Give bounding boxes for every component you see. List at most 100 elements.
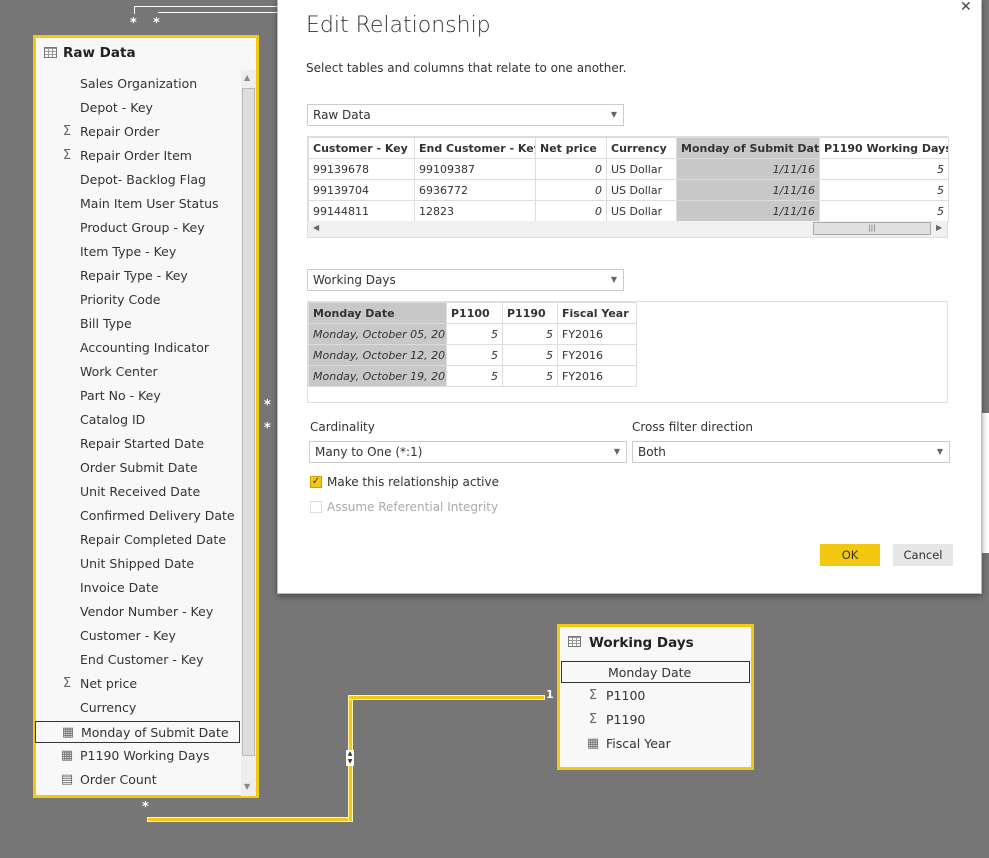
field-item[interactable]: Customer - Key (80, 625, 176, 647)
field-item[interactable]: Σ Repair Order Item (63, 145, 192, 167)
field-item[interactable]: Bill Type (80, 313, 132, 335)
table2-select[interactable]: Working Days ▼ (307, 269, 624, 291)
field-label: Item Type - Key (80, 244, 177, 259)
field-item[interactable]: Invoice Date (80, 577, 159, 599)
ok-button[interactable]: OK (820, 544, 880, 566)
field-item[interactable]: Vendor Number - Key (80, 601, 213, 623)
field-item[interactable]: Unit Received Date (80, 481, 200, 503)
table-cell: 99139678 (308, 158, 415, 180)
field-item[interactable]: Depot- Backlog Flag (80, 169, 206, 191)
sigma-icon: Σ (588, 688, 598, 703)
column-header[interactable]: Customer - Key (308, 137, 415, 159)
relationship-line (147, 817, 353, 822)
cross-filter-both-icon[interactable]: ▲ ▼ (346, 750, 354, 766)
field-item[interactable]: Priority Code (80, 289, 160, 311)
field-item[interactable]: ▦ P1190 Working Days (61, 745, 210, 767)
table-row: 99139678 99109387 0 US Dollar 1/11/16 5 (308, 158, 949, 180)
field-item[interactable]: Order Submit Date (80, 457, 198, 479)
field-item[interactable]: Currency (80, 697, 136, 719)
cardinality-select[interactable]: Many to One (*:1) ▼ (309, 441, 627, 463)
field-item[interactable]: Part No - Key (80, 385, 161, 407)
scroll-right-icon[interactable]: ▶ (936, 223, 942, 232)
table-cell: 6936772 (414, 179, 536, 201)
table1-select[interactable]: Raw Data ▼ (307, 104, 624, 126)
referential-integrity-checkbox[interactable] (310, 501, 322, 513)
field-item[interactable]: ▦ Monday of Submit Date (35, 721, 240, 743)
field-item[interactable]: Monday Date (561, 661, 750, 683)
dialog-title: Edit Relationship (306, 13, 491, 38)
field-item[interactable]: Σ P1100 (589, 685, 645, 707)
horizontal-scrollbar[interactable]: ◀ ||| ▶ (308, 221, 947, 237)
column-header[interactable]: End Customer - Key (414, 137, 536, 159)
column-header[interactable]: P1100 (446, 302, 503, 324)
header-row: Monday Date P1100 P1190 Fiscal Year (308, 302, 637, 324)
cancel-button[interactable]: Cancel (893, 544, 953, 566)
table-cell: 1/11/16 (676, 200, 820, 222)
sigma-icon: Σ (62, 148, 72, 163)
sigma-icon: Σ (62, 124, 72, 139)
field-label: Monday of Submit Date (81, 725, 229, 740)
field-item[interactable]: ▤ Order Count (61, 769, 157, 791)
table1-preview[interactable]: Customer - Key End Customer - Key Net pric… (307, 136, 949, 238)
field-label: Main Item User Status (80, 196, 219, 211)
field-item[interactable]: Repair Completed Date (80, 529, 226, 551)
column-header[interactable]: Monday Date (308, 302, 447, 324)
table-row: Monday, October 19, 2015 5 5 FY2016 (308, 365, 637, 387)
field-item[interactable]: Σ Net price (63, 673, 137, 695)
select-value: Both (638, 445, 666, 459)
field-item[interactable]: Sales Organization (80, 73, 197, 95)
scrollbar[interactable]: ▲ ▼ (241, 70, 256, 796)
field-item[interactable]: Repair Type - Key (80, 265, 188, 287)
field-item[interactable]: Catalog ID (80, 409, 145, 431)
table-cell: 5 (446, 365, 503, 387)
field-item[interactable]: Item Type - Key (80, 241, 176, 263)
active-checkbox[interactable]: ✓ (310, 476, 322, 488)
table2-preview[interactable]: Monday Date P1100 P1190 Fiscal Year Monday, … (307, 301, 948, 403)
table-cell: Monday, October 05, 2015 (308, 323, 447, 345)
table-icon (568, 636, 581, 647)
relationship-line (158, 12, 277, 13)
sigma-icon: Σ (62, 676, 72, 691)
field-item[interactable]: End Customer - Key (80, 649, 204, 671)
column-header[interactable]: Net price (535, 137, 607, 159)
column-header[interactable]: Fiscal Year (557, 302, 637, 324)
field-label: Accounting Indicator (80, 340, 210, 355)
table-cell: 0 (535, 179, 607, 201)
field-item[interactable]: Accounting Indicator (80, 337, 209, 359)
scroll-up-icon[interactable]: ▲ (244, 73, 250, 82)
field-item[interactable]: Repair Started Date (80, 433, 204, 455)
cross-filter-select[interactable]: Both ▼ (632, 441, 950, 463)
table-cell: 99139704 (308, 179, 415, 201)
column-header[interactable]: P1190 Working Days (819, 137, 949, 159)
field-item[interactable]: Product Group - Key (80, 217, 205, 239)
close-icon[interactable]: ✕ (960, 0, 972, 15)
table-cell: 1/11/16 (676, 179, 820, 201)
column-header[interactable]: P1190 (502, 302, 558, 324)
field-item[interactable]: Σ Repair Order (63, 121, 160, 143)
scroll-left-icon[interactable]: ◀ (313, 223, 319, 232)
table-cell: 0 (535, 158, 607, 180)
field-item[interactable]: Depot - Key (80, 97, 153, 119)
table-cell: 5 (819, 179, 949, 201)
chevron-down-icon: ▼ (936, 447, 943, 456)
field-item[interactable]: Main Item User Status (80, 193, 219, 215)
table-cell: Monday, October 12, 2015 (308, 344, 447, 366)
many-marker: * (264, 398, 271, 413)
field-item[interactable]: Σ P1190 (589, 709, 645, 731)
scroll-thumb[interactable] (242, 88, 255, 756)
scroll-down-icon[interactable]: ▼ (244, 782, 250, 791)
scroll-thumb[interactable]: ||| (813, 222, 931, 235)
dialog-subtitle: Select tables and columns that relate to… (306, 61, 627, 75)
column-header[interactable]: Currency (606, 137, 677, 159)
cross-filter-label: Cross filter direction (632, 420, 754, 434)
field-item[interactable]: Confirmed Delivery Date (80, 505, 235, 527)
field-item[interactable]: Unit Shipped Date (80, 553, 194, 575)
field-label: Invoice Date (80, 580, 159, 595)
column-header[interactable]: Monday of Submit Date (676, 137, 820, 159)
table-cell: US Dollar (606, 158, 677, 180)
field-item[interactable]: Work Center (80, 361, 158, 383)
working-days-table-card[interactable]: Working Days Monday Date Σ P1100 Σ P1190 ▦ Fis… (557, 624, 754, 770)
field-item[interactable]: ▦ Fiscal Year (587, 733, 671, 755)
raw-data-table-card[interactable]: Raw Data Sales Organization Depot - Key Σ R… (33, 35, 259, 798)
relationship-line (348, 695, 545, 700)
